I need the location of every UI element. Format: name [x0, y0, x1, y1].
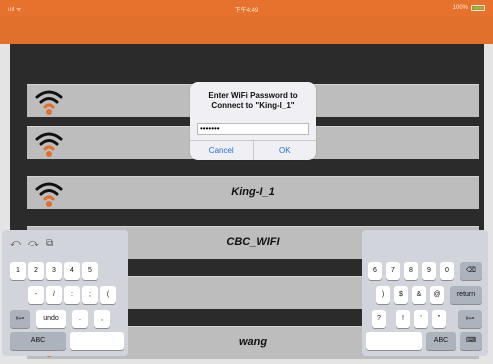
key-9[interactable]: 9: [422, 262, 436, 280]
key-symbols-right[interactable]: #+=: [458, 310, 482, 328]
keyboard-right-half: 6 7 8 9 0 ⌫ ) $ & @ return ? ! ' " #+= A…: [362, 230, 488, 356]
wifi-network-row[interactable]: King-I_1: [27, 176, 479, 209]
space-key-left[interactable]: [70, 332, 124, 350]
key-dollar[interactable]: $: [394, 286, 408, 304]
key-symbols[interactable]: #+=: [10, 310, 30, 328]
battery-icon: [471, 5, 485, 11]
undo-icon[interactable]: ⤺: [10, 238, 21, 249]
wifi-signal-icon: [35, 90, 63, 115]
key-dash[interactable]: -: [28, 286, 44, 304]
key-paren-close[interactable]: ): [376, 286, 390, 304]
key-8[interactable]: 8: [404, 262, 418, 280]
keyboard-left-half: ⤺ ⤼ ⧉ 1 2 3 4 5 - / : ; ( #+= undo . , A…: [2, 230, 128, 356]
key-5[interactable]: 5: [82, 262, 98, 280]
ok-button[interactable]: OK: [252, 141, 317, 160]
key-3[interactable]: 3: [46, 262, 62, 280]
key-6[interactable]: 6: [368, 262, 382, 280]
clock: 下午4:49: [234, 8, 259, 14]
key-at[interactable]: @: [430, 286, 444, 304]
key-2[interactable]: 2: [28, 262, 44, 280]
backspace-icon[interactable]: ⌫: [460, 262, 482, 280]
return-key[interactable]: return: [450, 286, 482, 304]
dialog-buttons: Cancel OK: [190, 140, 316, 160]
battery-percent: 100%: [452, 5, 468, 11]
dialog-title: Enter WiFi Password to Connect to "King-…: [190, 91, 316, 111]
cancel-button[interactable]: Cancel: [190, 141, 253, 160]
key-paren-open[interactable]: (: [100, 286, 116, 304]
key-apostrophe[interactable]: ': [414, 310, 428, 328]
wifi-password-dialog: Enter WiFi Password to Connect to "King-…: [190, 82, 316, 160]
key-question[interactable]: ?: [372, 310, 386, 328]
key-1[interactable]: 1: [10, 262, 26, 280]
key-period[interactable]: .: [72, 310, 88, 328]
wifi-signal-icon: [35, 132, 63, 157]
key-comma[interactable]: ,: [94, 310, 110, 328]
key-slash[interactable]: /: [46, 286, 62, 304]
key-0[interactable]: 0: [440, 262, 454, 280]
space-key-right[interactable]: [366, 332, 422, 350]
key-4[interactable]: 4: [64, 262, 80, 280]
header-band: [0, 16, 493, 44]
keyboard-dismiss-icon[interactable]: ⌨: [460, 332, 482, 350]
key-abc-right[interactable]: ABC: [426, 332, 456, 350]
key-ampersand[interactable]: &: [412, 286, 426, 304]
dialog-title-line2: Connect to "King-I_1": [211, 101, 295, 110]
dialog-title-line1: Enter WiFi Password to: [208, 91, 298, 100]
key-quote[interactable]: ": [432, 310, 446, 328]
key-colon[interactable]: :: [64, 286, 80, 304]
key-semicolon[interactable]: ;: [82, 286, 98, 304]
redo-icon[interactable]: ⤼: [28, 238, 39, 249]
password-input[interactable]: •••••••: [197, 123, 309, 135]
key-undo[interactable]: undo: [36, 310, 66, 328]
status-bar: ıııl ᯤ 下午4:49 100%: [0, 0, 493, 16]
key-abc[interactable]: ABC: [10, 332, 66, 350]
paste-icon[interactable]: ⧉: [46, 238, 53, 249]
wifi-network-name: King-I_1: [231, 186, 275, 198]
key-exclamation[interactable]: !: [396, 310, 410, 328]
key-7[interactable]: 7: [386, 262, 400, 280]
battery-indicator: 100%: [453, 5, 485, 11]
